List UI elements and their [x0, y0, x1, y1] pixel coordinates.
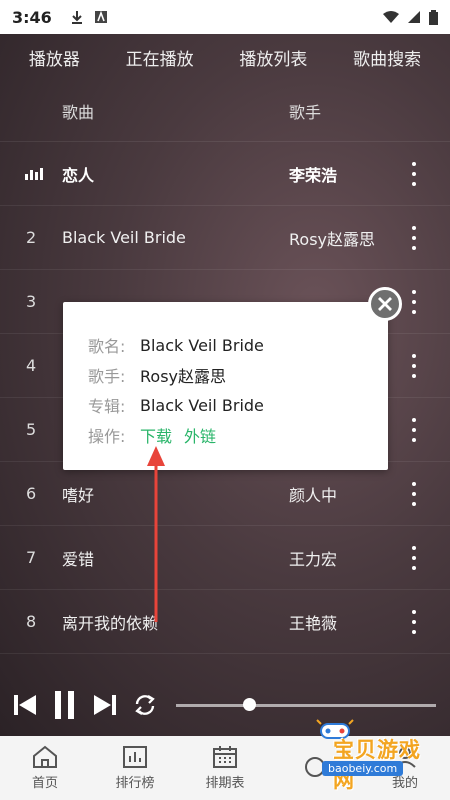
song-row[interactable]: 恋人 李荣浩: [0, 142, 450, 206]
external-link[interactable]: 外链: [184, 423, 216, 447]
battery-icon: [429, 9, 438, 25]
song-row[interactable]: 2 Black Veil Bride Rosy赵露思: [0, 206, 450, 270]
song-artist: 李荣浩: [289, 165, 338, 185]
tab-song-search[interactable]: 歌曲搜索: [353, 45, 421, 70]
signal-icon: [408, 11, 420, 23]
list-header: 歌曲 歌手: [0, 80, 450, 142]
singer-column-header: 歌手: [289, 102, 322, 122]
song-row[interactable]: 8 离开我的依赖 王艳薇: [0, 590, 450, 654]
song-index: 5: [26, 420, 37, 439]
close-icon: [378, 297, 392, 311]
calendar-icon: [213, 746, 237, 768]
nav-charts[interactable]: 排行榜: [100, 745, 170, 791]
nav-charts-label: 排行榜: [115, 776, 155, 791]
download-icon: [71, 11, 82, 24]
song-artist: 颜人中: [289, 485, 338, 505]
home-icon: [33, 745, 57, 768]
download-link[interactable]: 下载: [140, 423, 172, 447]
progress-bar[interactable]: [176, 704, 436, 707]
nav-schedule-label: 排期表: [205, 776, 245, 791]
song-artist: Rosy赵露思: [289, 229, 375, 249]
next-track-icon[interactable]: [92, 692, 118, 718]
song-title: Black Veil Bride: [62, 228, 186, 247]
previous-track-icon[interactable]: [12, 692, 38, 718]
more-options-icon[interactable]: [404, 609, 424, 634]
song-name-value: Black Veil Bride: [140, 335, 264, 355]
song-name-line: 歌名: Black Veil Bride: [88, 330, 388, 360]
song-title: 恋人: [62, 165, 95, 185]
tab-player[interactable]: 播放器: [29, 45, 80, 70]
singer-label: 歌手:: [88, 367, 126, 386]
nav-home-label: 首页: [31, 776, 58, 791]
album-value: Black Veil Bride: [140, 395, 264, 415]
singer-value: Rosy赵露思: [140, 367, 226, 386]
nav-home[interactable]: 首页: [10, 745, 80, 791]
song-artist: 王力宏: [289, 549, 338, 569]
status-bar: 3:46: [0, 0, 450, 34]
more-options-icon[interactable]: [404, 353, 424, 378]
song-title: 嗜好: [62, 485, 95, 505]
more-options-icon[interactable]: [404, 161, 424, 186]
more-options-icon[interactable]: [404, 481, 424, 506]
top-tabs: 播放器 正在播放 播放列表 歌曲搜索: [0, 34, 450, 80]
pause-icon[interactable]: [52, 690, 78, 720]
action-line: 操作: 下载 外链: [88, 420, 388, 450]
song-index: 8: [26, 612, 37, 631]
wifi-icon: [383, 11, 399, 23]
song-row[interactable]: 7 爱错 王力宏: [0, 526, 450, 590]
song-row[interactable]: 6 嗜好 颜人中: [0, 462, 450, 526]
more-options-icon[interactable]: [404, 417, 424, 442]
song-column-header: 歌曲: [62, 102, 95, 122]
repeat-icon[interactable]: [132, 692, 158, 718]
more-options-icon[interactable]: [404, 289, 424, 314]
nav-schedule[interactable]: 排期表: [190, 745, 260, 791]
action-label: 操作:: [88, 427, 126, 446]
album-line: 专辑: Black Veil Bride: [88, 390, 388, 420]
tab-now-playing[interactable]: 正在播放: [126, 45, 194, 70]
app-notification-icon: [94, 10, 107, 23]
watermark: 宝贝游戏网 baobeiy.com: [300, 716, 424, 792]
song-title: 爱错: [62, 549, 95, 569]
song-index: 6: [26, 484, 37, 503]
album-label: 专辑:: [88, 397, 126, 416]
song-index: 4: [26, 356, 37, 375]
song-artist: 王艳薇: [289, 613, 338, 633]
status-time: 3:46: [12, 7, 52, 27]
watermark-url: baobeiy.com: [322, 761, 404, 776]
progress-knob[interactable]: [243, 698, 256, 711]
song-title: 离开我的依赖: [62, 613, 159, 633]
tab-playlist[interactable]: 播放列表: [239, 45, 307, 70]
close-dialog-button[interactable]: [368, 287, 402, 321]
chart-icon: [123, 746, 147, 768]
song-index: 2: [26, 228, 37, 247]
more-options-icon[interactable]: [404, 545, 424, 570]
more-options-icon[interactable]: [404, 225, 424, 250]
song-index: 3: [26, 292, 37, 311]
song-name-label: 歌名:: [88, 337, 126, 356]
song-info-dialog: 歌名: Black Veil Bride 歌手: Rosy赵露思 专辑: Bla…: [63, 302, 388, 470]
singer-line: 歌手: Rosy赵露思: [88, 360, 388, 390]
song-index: 7: [26, 548, 37, 567]
now-playing-icon: [25, 167, 43, 180]
